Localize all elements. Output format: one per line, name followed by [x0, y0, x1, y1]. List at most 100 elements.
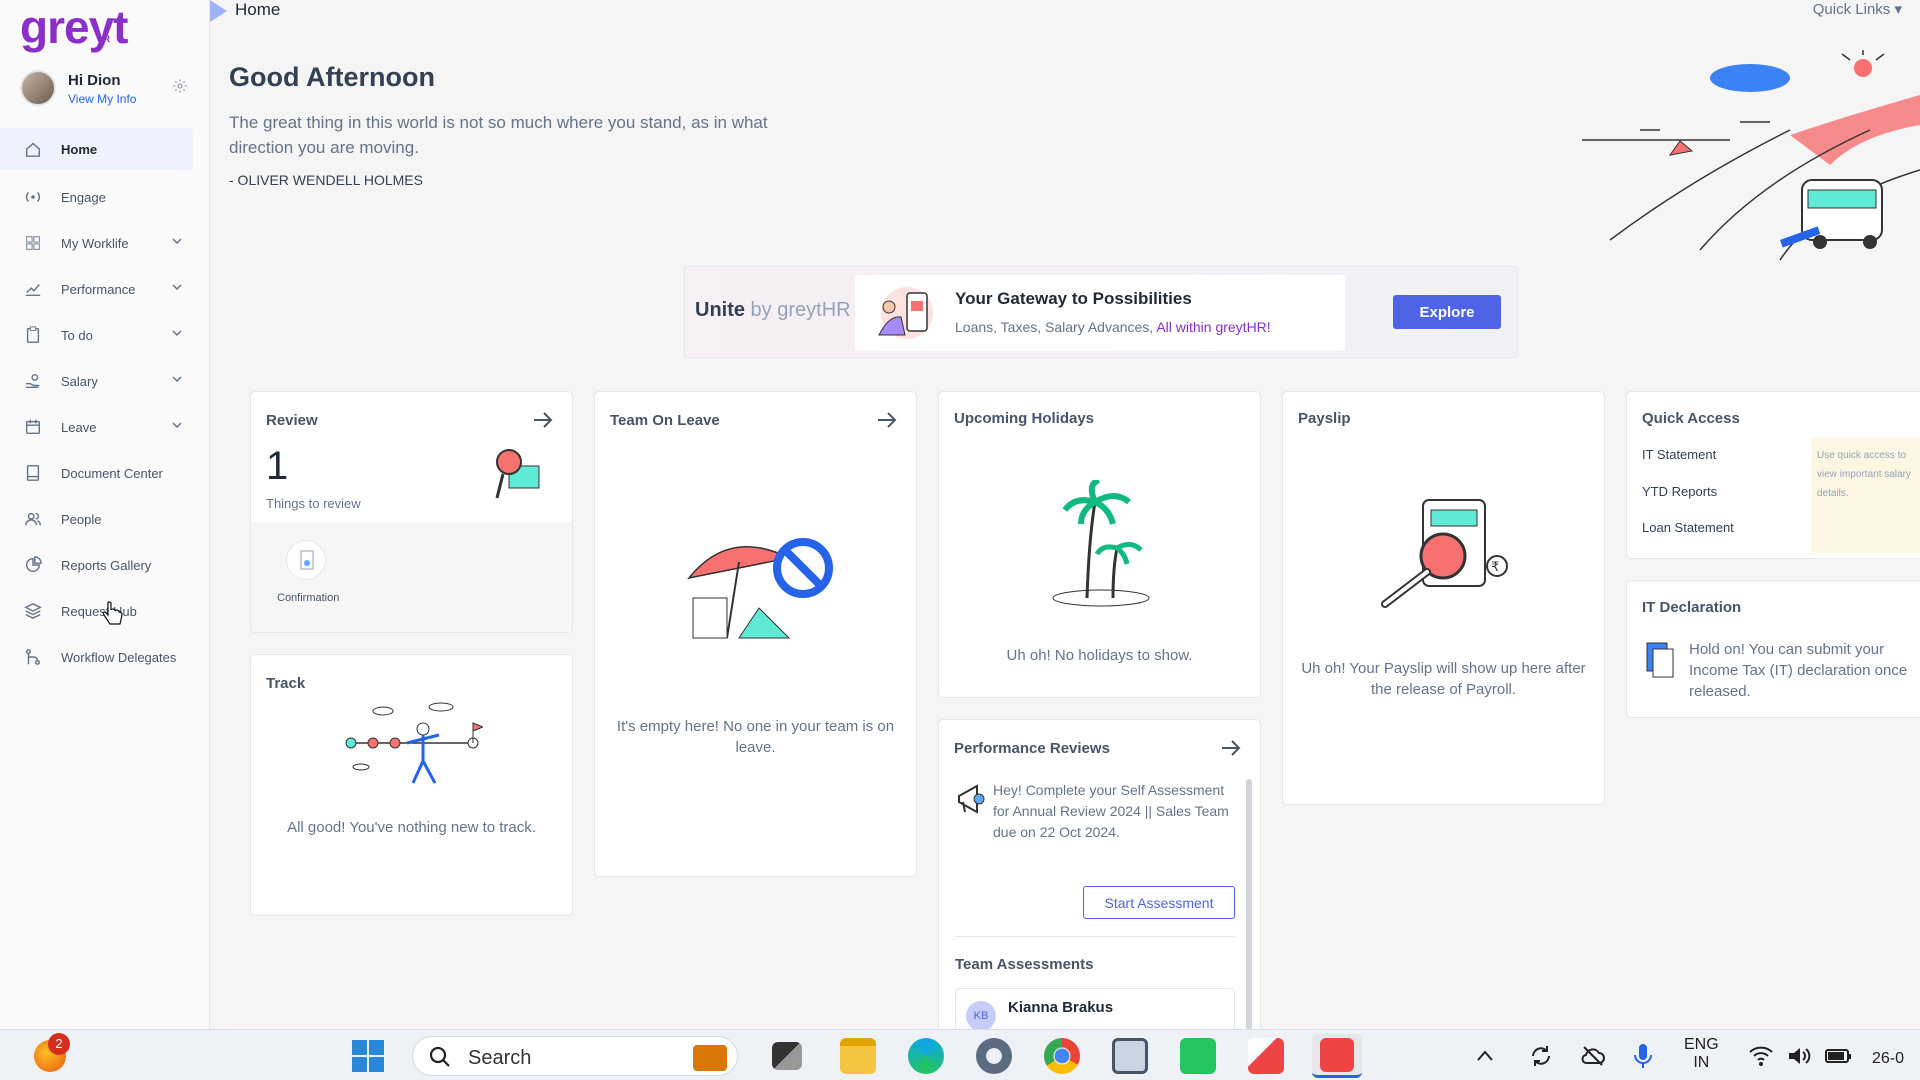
team-on-leave-title: Team On Leave — [610, 412, 720, 429]
magnifier-envelope-illustration — [495, 449, 540, 499]
sidebar-item-salary[interactable]: Salary — [0, 358, 193, 404]
sidebar-item-my-worklife[interactable]: My Worklife — [0, 220, 193, 266]
phone-person-illustration — [878, 287, 933, 339]
megaphone-icon — [958, 784, 985, 814]
sidebar-item-leave[interactable]: Leave — [0, 404, 193, 450]
clipboard-icon — [26, 326, 40, 343]
quick-access-card: Quick Access IT Statement YTD Reports Lo… — [1626, 391, 1920, 559]
monitor-app-icon[interactable] — [1112, 1038, 1148, 1074]
language-indicator[interactable]: ENG IN — [1684, 1036, 1719, 1072]
sidebar-item-document-center[interactable]: Document Center — [0, 450, 193, 496]
hand-cursor-icon — [102, 601, 123, 625]
upcoming-holidays-empty-text: Uh oh! No holidays to show. — [1006, 647, 1193, 664]
speaker-icon[interactable] — [1786, 1044, 1812, 1068]
start-assessment-button[interactable]: Start Assessment — [1083, 886, 1235, 919]
track-title: Track — [266, 675, 306, 692]
home-icon — [25, 142, 41, 157]
review-count: 1 — [266, 444, 289, 488]
unite-banner: Unite by greytHR Your Gateway to Possibi… — [684, 266, 1518, 358]
recorder-icon[interactable] — [1312, 1034, 1362, 1078]
task-view-icon[interactable] — [772, 1042, 802, 1070]
quick-access-note: Use quick access to view important salar… — [1811, 438, 1920, 553]
team-on-leave-empty-text: It's empty here! No one in your team is … — [616, 718, 895, 756]
team-assessment-row[interactable]: KB Kianna Brakus — [955, 988, 1235, 1031]
notification-badge: 2 — [48, 1033, 70, 1055]
snipping-tool-icon[interactable] — [1248, 1038, 1284, 1074]
sidebar-item-request-hub[interactable]: Request Hub — [0, 588, 193, 634]
road-trip-illustration — [1582, 50, 1920, 261]
chevron-down-icon[interactable] — [171, 235, 183, 247]
sidebar-item-workflow-delegates[interactable]: Workflow Delegates — [0, 634, 193, 680]
chevron-down-icon[interactable] — [171, 373, 183, 385]
microphone-icon[interactable] — [1632, 1042, 1654, 1070]
team-on-leave-card: Team On Leave It's empty here! No one in… — [594, 391, 917, 877]
arrow-right-icon[interactable] — [532, 410, 554, 430]
sidebar-item-home[interactable]: Home — [0, 128, 193, 170]
taskbar-search[interactable]: Search — [412, 1036, 738, 1076]
it-statement-link[interactable]: IT Statement — [1642, 447, 1716, 462]
edge-browser-icon[interactable] — [908, 1038, 944, 1074]
chevron-down-icon[interactable] — [171, 327, 183, 339]
sidebar-item-engage[interactable]: Engage — [0, 174, 193, 220]
settings-gear-icon[interactable] — [976, 1038, 1012, 1074]
sidebar-item-label: Document Center — [61, 465, 163, 481]
arrow-right-icon[interactable] — [1220, 738, 1242, 758]
briefcase-icon — [693, 1045, 727, 1071]
topbar: Home Quick Links ▾ — [210, 0, 1920, 22]
calendar-icon — [25, 419, 41, 435]
confirmation-label[interactable]: Confirmation — [277, 592, 339, 604]
upcoming-holidays-card: Upcoming Holidays Uh oh! No holidays to … — [938, 391, 1261, 698]
chevron-down-icon[interactable] — [171, 281, 183, 293]
gear-icon[interactable] — [172, 78, 188, 94]
divider — [955, 936, 1235, 937]
view-my-info-link[interactable]: View My Info — [68, 92, 136, 106]
avatar[interactable] — [20, 70, 56, 106]
sidebar-item-label: People — [61, 511, 102, 527]
camtasia-icon[interactable] — [1180, 1038, 1216, 1074]
windows-start-icon[interactable] — [350, 1038, 386, 1074]
broadcast-icon — [25, 191, 41, 203]
sidebar-item-to-do[interactable]: To do — [0, 312, 193, 358]
banner-card: Your Gateway to Possibilities Loans, Tax… — [855, 275, 1345, 351]
pie-chart-icon — [25, 556, 42, 573]
scrollbar[interactable] — [1246, 779, 1252, 1030]
taskbar: 2 Search ENG IN 26-0 — [0, 1029, 1920, 1080]
tracker-illustration — [345, 702, 483, 784]
sidebar-item-label: My Worklife — [61, 235, 129, 251]
sync-icon[interactable] — [1528, 1043, 1554, 1069]
review-items: Confirmation — [251, 522, 572, 632]
clock[interactable]: 26-0 — [1872, 1050, 1904, 1068]
hand-coin-icon — [25, 373, 40, 389]
avatar: KB — [966, 1001, 996, 1031]
sidebar-item-label: Salary — [61, 373, 98, 389]
chrome-icon[interactable] — [1044, 1038, 1080, 1074]
breadcrumb: Home — [235, 0, 281, 19]
greythr-logo[interactable]: greyt HR — [20, 0, 128, 54]
confirmation-icon[interactable] — [286, 540, 326, 580]
sidebar-item-label: Engage — [61, 189, 106, 205]
quick-access-title: Quick Access — [1642, 410, 1740, 427]
breadcrumb-flag-icon — [210, 0, 227, 22]
battery-icon[interactable] — [1824, 1045, 1852, 1067]
sidebar-item-performance[interactable]: Performance — [0, 266, 193, 312]
grid-icon — [26, 236, 40, 250]
sidebar-item-people[interactable]: People — [0, 496, 193, 542]
quick-links-dropdown[interactable]: Quick Links ▾ — [1813, 0, 1902, 18]
chevron-down-icon[interactable] — [171, 419, 183, 431]
performance-reviews-card: Performance Reviews Hey! Complete your S… — [938, 719, 1261, 1031]
wifi-icon[interactable] — [1748, 1044, 1774, 1068]
chevron-up-icon[interactable] — [1474, 1045, 1496, 1067]
arrow-right-icon[interactable] — [876, 410, 898, 430]
palm-tree-illustration — [1052, 480, 1150, 607]
explore-button[interactable]: Explore — [1393, 295, 1501, 329]
sidebar-item-label: Performance — [61, 281, 136, 297]
sidebar-item-reports-gallery[interactable]: Reports Gallery — [0, 542, 193, 588]
search-icon — [429, 1046, 450, 1067]
loan-statement-link[interactable]: Loan Statement — [1642, 520, 1734, 535]
cloud-off-icon[interactable] — [1580, 1043, 1606, 1069]
user-profile: Hi Dion View My Info — [20, 70, 195, 112]
file-explorer-icon[interactable] — [840, 1038, 876, 1074]
workflow-icon — [25, 649, 41, 665]
ytd-reports-link[interactable]: YTD Reports — [1642, 484, 1717, 499]
payslip-magnifier-illustration: ₹ — [1381, 499, 1508, 608]
